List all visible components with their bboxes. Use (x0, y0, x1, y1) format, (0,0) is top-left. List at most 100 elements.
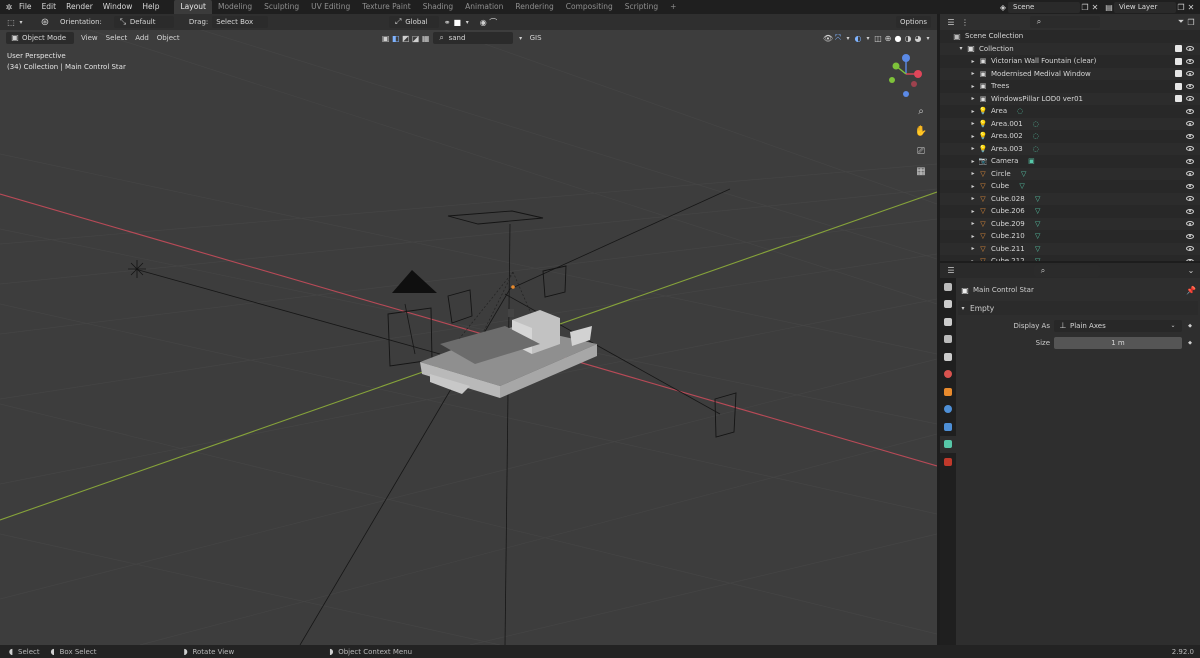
outliner-item-cube-028[interactable]: ▸ ▽ Cube.028 ▽ (940, 192, 1200, 205)
scene-close-icon[interactable]: ✕ (1090, 2, 1100, 12)
visibility-eye-icon[interactable] (1186, 121, 1194, 127)
view-layer-close-icon[interactable]: ✕ (1186, 2, 1196, 12)
outliner-item-area-001[interactable]: ▸ 💡 Area.001 ◌ (940, 117, 1200, 130)
menu-view[interactable]: View (77, 34, 102, 42)
view-layer-copy-icon[interactable]: ❐ (1176, 2, 1186, 12)
menu-render[interactable]: Render (61, 0, 98, 14)
shading-wireframe-icon[interactable]: ⊕ (883, 33, 893, 43)
tab-uv-editing[interactable]: UV Editing (305, 0, 356, 14)
snap-icon[interactable]: ■ (452, 17, 462, 27)
pan-hand-icon[interactable]: ✋ (914, 124, 928, 138)
tab-scene[interactable] (940, 348, 956, 366)
collection-exclude-checkbox[interactable] (1175, 45, 1182, 53)
outliner-item-trees[interactable]: ▸ ▣ Trees (940, 80, 1200, 93)
expand-icon[interactable]: ▸ (968, 131, 978, 141)
tab-modeling[interactable]: Modeling (212, 0, 258, 14)
tab-layout[interactable]: Layout (174, 0, 212, 14)
overlay-icon[interactable]: ◐ (853, 33, 863, 43)
outliner-item-cube-211[interactable]: ▸ ▽ Cube.211 ▽ (940, 242, 1200, 255)
search-dropdown-icon[interactable]: ▾ (516, 33, 526, 43)
visibility-eye-icon[interactable] (1186, 146, 1194, 152)
mesh-data-icon[interactable]: ▽ (1017, 181, 1027, 191)
collection-expand-icon[interactable]: ▾ (956, 44, 966, 54)
mesh-data-icon[interactable]: ▽ (1033, 206, 1043, 216)
panel-collapse-icon[interactable]: ▾ (958, 303, 968, 313)
size-field[interactable]: 1 m (1054, 337, 1182, 349)
exclude-checkbox[interactable] (1175, 95, 1182, 103)
collection-visibility-icon[interactable] (1186, 46, 1194, 52)
outliner-search-field[interactable]: ⌕ (1030, 16, 1100, 28)
outliner-item-windowspillar-lod0-ver01[interactable]: ▸ ▣ WindowsPillar LOD0 ver01 (940, 92, 1200, 105)
outliner-editor-icon[interactable]: ☰ (946, 17, 956, 27)
display-as-dropdown[interactable]: ⊥ Plain Axes ⌄ (1054, 320, 1182, 332)
visibility-icon[interactable]: 👁 (823, 33, 833, 43)
visibility-eye-icon[interactable] (1186, 171, 1194, 177)
expand-icon[interactable]: ▸ (968, 119, 978, 129)
tab-shading[interactable]: Shading (417, 0, 459, 14)
light-data-icon[interactable]: ◌ (1015, 106, 1025, 116)
expand-icon[interactable]: ▸ (968, 94, 978, 104)
light-data-icon[interactable]: ◌ (1031, 119, 1041, 129)
filter-icon-5[interactable]: ▦ (421, 33, 431, 43)
tab-view-layer[interactable] (940, 331, 956, 349)
tab-animation[interactable]: Animation (459, 0, 509, 14)
tab-render[interactable] (940, 296, 956, 314)
scene-selector[interactable]: Scene (1008, 1, 1080, 13)
mode-dropdown[interactable]: ▣ Object Mode (6, 32, 74, 44)
tab-data[interactable] (940, 435, 956, 453)
display-as-keyframe-icon[interactable]: ◆ (1185, 321, 1195, 331)
mesh-data-icon[interactable]: ▽ (1019, 169, 1029, 179)
tab-texture[interactable] (940, 453, 956, 471)
gis-menu[interactable]: GIS (526, 34, 546, 42)
expand-icon[interactable]: ▸ (968, 244, 978, 254)
expand-icon[interactable]: ▸ (968, 106, 978, 116)
visibility-eye-icon[interactable] (1186, 233, 1194, 239)
size-keyframe-icon[interactable]: ◆ (1185, 338, 1195, 348)
menu-help[interactable]: Help (137, 0, 164, 14)
camera-view-icon[interactable]: ⎚ (914, 144, 928, 158)
visibility-eye-icon[interactable] (1186, 258, 1194, 261)
expand-icon[interactable]: ▸ (968, 256, 978, 261)
shading-material-icon[interactable]: ◑ (903, 33, 913, 43)
overlay-dropdown-icon[interactable]: ▾ (863, 33, 873, 43)
tool-dropdown-icon[interactable]: ▾ (16, 17, 26, 27)
object-name[interactable]: Main Control Star (973, 286, 1034, 294)
collection-row[interactable]: ▾ ▣ Collection (940, 42, 1200, 55)
expand-icon[interactable]: ▸ (968, 69, 978, 79)
light-data-icon[interactable]: ◌ (1031, 144, 1041, 154)
expand-icon[interactable]: ▸ (968, 169, 978, 179)
mesh-data-icon[interactable]: ▽ (1033, 256, 1043, 261)
outliner-item-victorian-wall-fountain-clear-[interactable]: ▸ ▣ Victorian Wall Fountain (clear) (940, 55, 1200, 68)
xray-icon[interactable]: ◫ (873, 33, 883, 43)
tab-compositing[interactable]: Compositing (560, 0, 619, 14)
shading-solid-icon[interactable]: ● (893, 33, 903, 43)
filter-icon-3[interactable]: ◩ (401, 33, 411, 43)
exclude-checkbox[interactable] (1175, 82, 1182, 90)
filter-icon-1[interactable]: ▣ (381, 33, 391, 43)
outliner-item-cube-209[interactable]: ▸ ▽ Cube.209 ▽ (940, 217, 1200, 230)
selected-empty-origin[interactable] (511, 285, 515, 289)
new-collection-icon[interactable]: ❐ (1186, 17, 1196, 27)
snap-dropdown-icon[interactable]: ▾ (462, 17, 472, 27)
visibility-eye-icon[interactable] (1186, 183, 1194, 189)
transform-space-dropdown[interactable]: ⤢ Global (389, 16, 440, 28)
exclude-checkbox[interactable] (1175, 70, 1182, 78)
properties-editor-icon[interactable]: ☰ (946, 266, 956, 276)
tab-tool[interactable] (940, 278, 956, 296)
sun-lamp[interactable] (128, 260, 146, 278)
camera-data-icon[interactable]: ▣ (1026, 156, 1036, 166)
tab-output[interactable] (940, 313, 956, 331)
outliner-item-area-003[interactable]: ▸ 💡 Area.003 ◌ (940, 142, 1200, 155)
outliner-item-cube-206[interactable]: ▸ ▽ Cube.206 ▽ (940, 205, 1200, 218)
pin-icon[interactable]: 📌 (1186, 285, 1196, 295)
outliner-item-camera[interactable]: ▸ 📷 Camera ▣ (940, 155, 1200, 168)
options-button[interactable]: Options (895, 16, 931, 28)
empty-panel-header[interactable]: ▾ Empty (958, 301, 1198, 315)
tab-physics[interactable] (940, 401, 956, 419)
menu-add[interactable]: Add (131, 34, 153, 42)
outliner-item-cube[interactable]: ▸ ▽ Cube ▽ (940, 180, 1200, 193)
expand-icon[interactable]: ▸ (968, 181, 978, 191)
expand-icon[interactable]: ▸ (968, 156, 978, 166)
outliner-item-modernised-medival-window[interactable]: ▸ ▣ Modernised Medival Window (940, 67, 1200, 80)
falloff-icon[interactable]: ⌒ (488, 17, 498, 27)
